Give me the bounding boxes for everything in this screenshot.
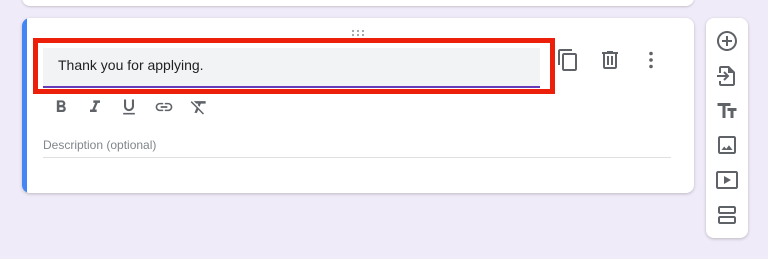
bold-icon[interactable] [51,97,71,117]
previous-form-card [22,0,694,6]
import-questions-icon[interactable] [715,64,739,88]
add-section-icon[interactable] [715,203,739,227]
italic-icon[interactable] [85,97,105,117]
section-title-card[interactable]: Thank you for applying. Description (opt… [22,18,694,193]
floating-side-toolbar [706,18,748,238]
more-vert-icon[interactable] [639,48,663,72]
highlight-annotation-box [33,38,555,94]
add-video-icon[interactable] [715,168,739,192]
link-icon[interactable] [154,97,174,117]
active-card-indicator [22,18,27,193]
add-image-icon[interactable] [715,133,739,157]
underline-icon[interactable] [119,97,139,117]
description-placeholder: Description (optional) [43,138,157,152]
drag-handle-icon[interactable] [350,24,366,37]
description-input[interactable]: Description (optional) [43,135,671,158]
add-title-icon[interactable] [715,99,739,123]
delete-icon[interactable] [598,48,622,72]
add-question-icon[interactable] [715,29,739,53]
clear-format-icon[interactable] [189,97,209,117]
duplicate-icon[interactable] [556,48,580,72]
